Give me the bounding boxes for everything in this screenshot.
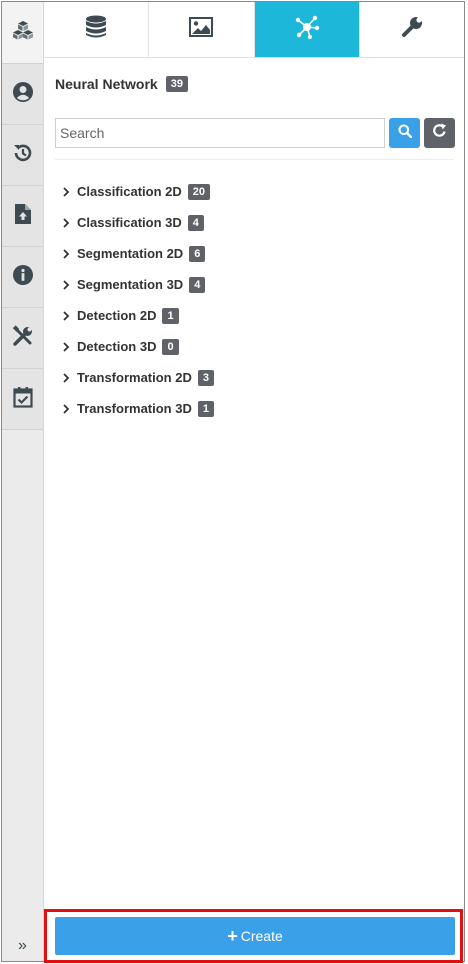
count-badge: 1 xyxy=(197,400,214,417)
sidebar-item-file-upload[interactable] xyxy=(2,186,43,247)
tab-settings[interactable] xyxy=(360,2,464,57)
tree-item-label: Transformation 2D xyxy=(77,370,192,385)
chevron-right-icon xyxy=(62,403,76,414)
user-icon xyxy=(12,81,34,108)
sidebar-item-history[interactable] xyxy=(2,125,43,186)
sidebar-item-tools[interactable] xyxy=(2,308,43,369)
double-chevron-right-icon: » xyxy=(18,937,27,954)
chevron-right-icon xyxy=(62,186,76,197)
refresh-button[interactable] xyxy=(424,118,455,148)
tools-icon xyxy=(12,324,34,352)
tree-item-classification-3d[interactable]: Classification 3D 4 xyxy=(62,207,214,238)
tab-image[interactable] xyxy=(149,2,255,57)
tree-item-label: Segmentation 2D xyxy=(77,246,184,261)
file-upload-icon xyxy=(14,203,32,230)
tree-item-classification-2d[interactable]: Classification 2D 20 xyxy=(62,176,214,207)
sidebar-item-info[interactable] xyxy=(2,247,43,308)
tree-item-transformation-3d[interactable]: Transformation 3D 1 xyxy=(62,393,214,424)
create-button[interactable]: + Create xyxy=(55,917,455,955)
refresh-icon xyxy=(432,123,447,143)
search-input[interactable] xyxy=(55,118,385,148)
panel-header: Neural Network 39 xyxy=(55,76,188,92)
plus-icon: + xyxy=(227,926,238,946)
app-frame: » Neural Network 39 Search Classificatio… xyxy=(1,1,465,962)
count-badge: 1 xyxy=(162,307,179,324)
count-badge: 39 xyxy=(165,76,188,92)
tree-item-detection-3d[interactable]: Detection 3D 0 xyxy=(62,331,214,362)
tree-item-label: Classification 2D xyxy=(77,184,182,199)
page-title: Neural Network xyxy=(55,76,158,92)
chevron-right-icon xyxy=(62,217,76,228)
tree-item-label: Segmentation 3D xyxy=(77,277,184,292)
count-badge: 0 xyxy=(162,338,179,355)
count-badge: 20 xyxy=(187,183,211,200)
chevron-right-icon xyxy=(62,279,76,290)
image-icon xyxy=(189,17,214,42)
count-badge: 4 xyxy=(187,214,204,231)
chevron-right-icon xyxy=(62,248,76,259)
history-icon xyxy=(12,142,34,169)
count-badge: 6 xyxy=(189,245,206,262)
tree-item-label: Transformation 3D xyxy=(77,401,192,416)
count-badge: 4 xyxy=(189,276,206,293)
database-icon xyxy=(85,15,107,44)
tab-neural-network[interactable] xyxy=(254,2,360,57)
main-panel: Neural Network 39 Search Classification … xyxy=(44,58,464,961)
expand-sidebar-button[interactable]: » xyxy=(2,935,43,957)
chevron-right-icon xyxy=(62,341,76,352)
search-icon xyxy=(398,124,412,143)
tab-database[interactable] xyxy=(44,2,150,57)
chevron-right-icon xyxy=(62,310,76,321)
search-bar xyxy=(55,118,455,148)
search-button[interactable] xyxy=(389,118,420,148)
sidebar-item-user[interactable] xyxy=(2,64,43,125)
tree-item-label: Classification 3D xyxy=(77,215,182,230)
network-icon xyxy=(294,15,320,44)
divider xyxy=(55,159,454,160)
cubes-icon xyxy=(12,20,34,45)
sidebar-item-cubes[interactable] xyxy=(2,2,43,64)
wrench-icon xyxy=(400,15,424,44)
calendar-check-icon xyxy=(12,386,33,413)
chevron-right-icon xyxy=(62,372,76,383)
count-badge: 3 xyxy=(197,369,214,386)
tree-item-transformation-2d[interactable]: Transformation 2D 3 xyxy=(62,362,214,393)
sidebar-item-calendar[interactable] xyxy=(2,369,43,430)
create-button-label: Create xyxy=(240,928,283,944)
category-tree: Classification 2D 20 Classification 3D 4… xyxy=(62,176,214,424)
tree-item-label: Detection 2D xyxy=(77,308,157,323)
info-icon xyxy=(12,264,34,291)
tree-item-segmentation-2d[interactable]: Segmentation 2D 6 xyxy=(62,238,214,269)
sidebar: » xyxy=(2,2,44,961)
tree-item-label: Detection 3D xyxy=(77,339,157,354)
tree-item-detection-2d[interactable]: Detection 2D 1 xyxy=(62,300,214,331)
top-tabs xyxy=(44,2,464,58)
tree-item-segmentation-3d[interactable]: Segmentation 3D 4 xyxy=(62,269,214,300)
